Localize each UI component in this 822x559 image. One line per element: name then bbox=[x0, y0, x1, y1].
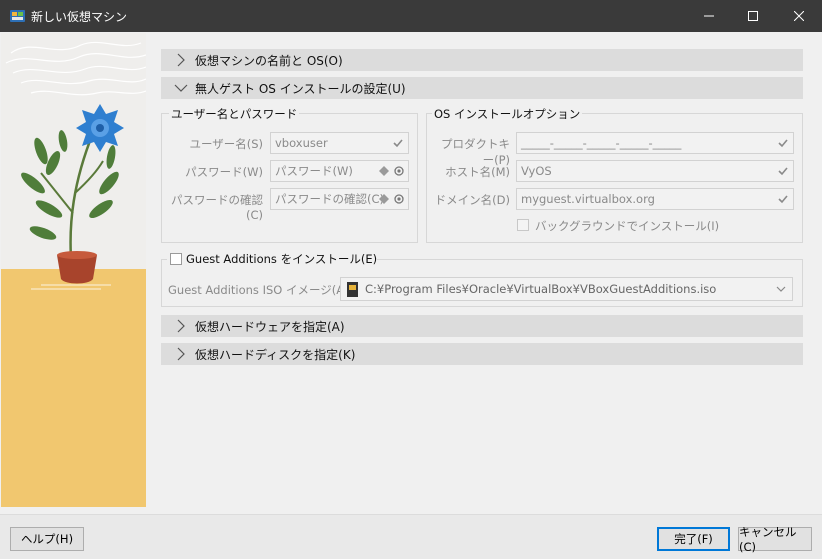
iso-file-icon bbox=[347, 282, 358, 297]
guest-additions-iso-path: C:¥Program Files¥Oracle¥VirtualBox¥VBoxG… bbox=[365, 282, 717, 296]
checkmark-icon bbox=[778, 195, 788, 204]
wizard-content: 仮想マシンの名前と OS(O) 無人ゲスト OS インストールの設定(U) ユー… bbox=[150, 33, 822, 507]
wizard-illustration bbox=[1, 33, 146, 507]
section-name-os-label: 仮想マシンの名前と OS(O) bbox=[195, 53, 343, 68]
chevron-right-icon bbox=[177, 53, 185, 67]
background-install-label: バックグラウンドでインストール(I) bbox=[535, 219, 720, 233]
show-password-eye-icon[interactable] bbox=[393, 193, 405, 205]
domain-value: myguest.virtualbox.org bbox=[521, 192, 655, 206]
checkmark-icon bbox=[393, 139, 403, 148]
password-value: パスワード(W) bbox=[275, 164, 353, 178]
section-disk-label: 仮想ハードディスクを指定(K) bbox=[195, 347, 356, 362]
checkmark-icon bbox=[778, 139, 788, 148]
checkmark-icon bbox=[778, 167, 788, 176]
section-unattended-install[interactable]: 無人ゲスト OS インストールの設定(U) bbox=[161, 77, 803, 99]
username-field[interactable]: vboxuser bbox=[270, 132, 409, 154]
confirm-password-field[interactable]: パスワードの確認(C) bbox=[270, 188, 409, 210]
guest-additions-iso-select[interactable]: C:¥Program Files¥Oracle¥VirtualBox¥VBoxG… bbox=[340, 277, 793, 301]
dialog-footer: ヘルプ(H) 完了(F) キャンセル(C) bbox=[0, 514, 822, 559]
confirm-password-value: パスワードの確認(C) bbox=[275, 192, 385, 206]
username-value: vboxuser bbox=[275, 136, 328, 150]
product-key-field[interactable]: _____-_____-_____-_____-_____ bbox=[516, 132, 794, 154]
show-password-eye-icon[interactable] bbox=[393, 165, 405, 177]
background-install-checkbox[interactable] bbox=[517, 219, 529, 231]
confirm-password-label: パスワードの確認(C) bbox=[171, 193, 263, 222]
virtualbox-icon bbox=[10, 10, 25, 22]
hostname-value: VyOS bbox=[521, 164, 552, 178]
hostname-label: ホスト名(M) bbox=[445, 165, 510, 179]
help-button[interactable]: ヘルプ(H) bbox=[10, 527, 84, 551]
section-name-os[interactable]: 仮想マシンの名前と OS(O) bbox=[161, 49, 803, 71]
maximize-button[interactable] bbox=[730, 0, 776, 32]
cancel-button[interactable]: キャンセル(C) bbox=[738, 525, 812, 554]
domain-label: ドメイン名(D) bbox=[434, 193, 510, 207]
chevron-down-icon bbox=[776, 286, 786, 292]
user-password-group-title: ユーザー名とパスワード bbox=[169, 106, 300, 122]
chevron-right-icon bbox=[177, 347, 185, 361]
password-field[interactable]: パスワード(W) bbox=[270, 160, 409, 182]
product-key-value: _____-_____-_____-_____-_____ bbox=[521, 136, 682, 150]
minimize-button[interactable] bbox=[686, 0, 732, 32]
guest-additions-iso-label: Guest Additions ISO イメージ(A): bbox=[168, 283, 353, 297]
guest-additions-checkbox[interactable] bbox=[170, 253, 182, 265]
domain-field[interactable]: myguest.virtualbox.org bbox=[516, 188, 794, 210]
warning-icon bbox=[379, 194, 389, 204]
guest-additions-checkbox-label: Guest Additions をインストール(E) bbox=[186, 252, 378, 266]
hostname-field[interactable]: VyOS bbox=[516, 160, 794, 182]
password-label: パスワード(W) bbox=[185, 165, 263, 179]
section-hardware[interactable]: 仮想ハードウェアを指定(A) bbox=[161, 315, 803, 337]
close-button[interactable] bbox=[776, 0, 822, 32]
chevron-down-icon bbox=[174, 84, 188, 92]
window-title: 新しい仮想マシン bbox=[31, 10, 128, 24]
flower-pot-illustration bbox=[1, 33, 146, 507]
warning-icon bbox=[379, 166, 389, 176]
finish-button[interactable]: 完了(F) bbox=[657, 527, 730, 551]
minimize-icon bbox=[704, 15, 714, 17]
title-bar: 新しい仮想マシン bbox=[0, 0, 822, 32]
username-label: ユーザー名(S) bbox=[189, 137, 263, 151]
maximize-icon bbox=[748, 11, 758, 21]
close-icon bbox=[794, 11, 804, 21]
section-unattended-label: 無人ゲスト OS インストールの設定(U) bbox=[195, 81, 406, 96]
section-hard-disk[interactable]: 仮想ハードディスクを指定(K) bbox=[161, 343, 803, 365]
section-hardware-label: 仮想ハードウェアを指定(A) bbox=[195, 319, 345, 334]
chevron-right-icon bbox=[177, 319, 185, 333]
os-install-options-title: OS インストールオプション bbox=[432, 106, 583, 122]
